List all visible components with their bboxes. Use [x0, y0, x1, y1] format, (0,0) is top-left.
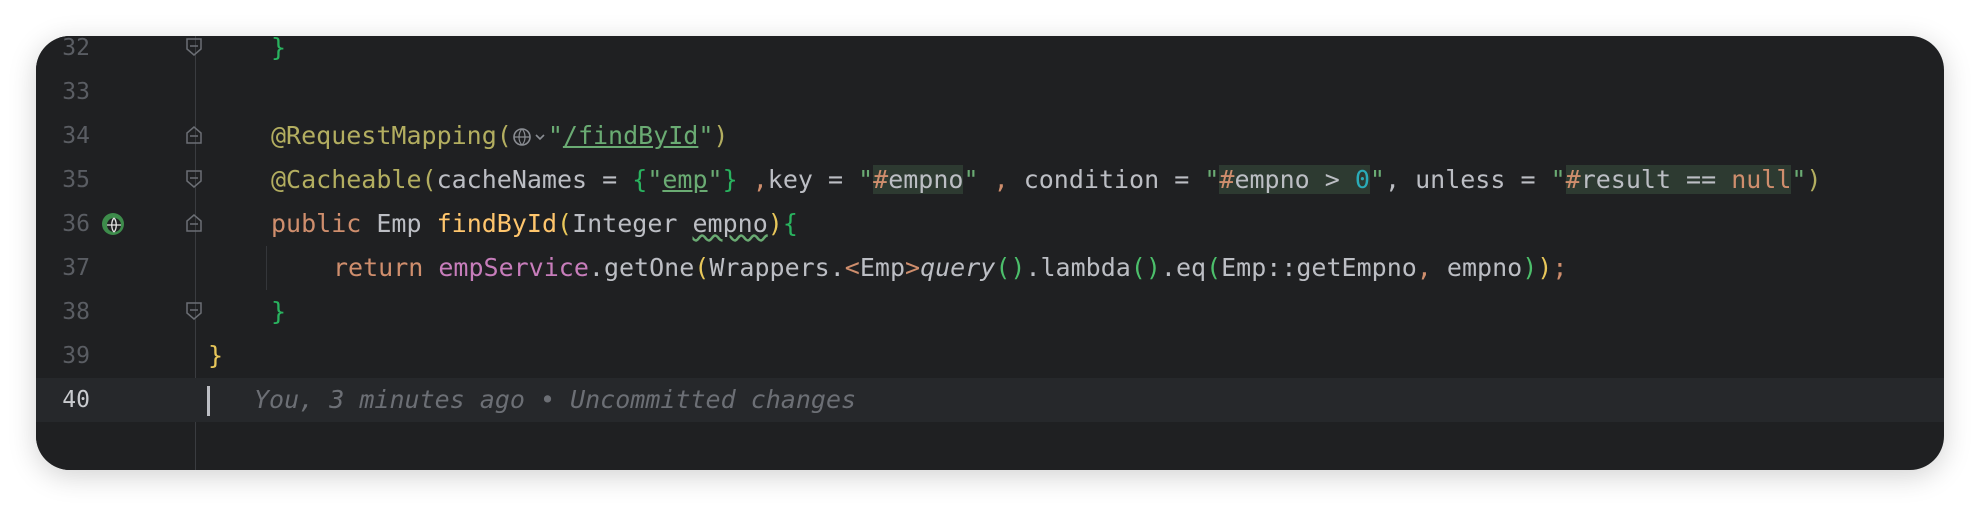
fold-end-icon[interactable] — [186, 38, 202, 56]
fold-end-icon[interactable] — [186, 302, 202, 320]
indent-guide — [266, 246, 267, 290]
line-number: 38 — [62, 299, 90, 325]
line-number: 33 — [62, 79, 90, 105]
code-line-37[interactable]: 37 return empService.getOne(Wrappers.<Em… — [36, 246, 1944, 290]
line-number: 37 — [62, 255, 90, 281]
code-line-40-current[interactable]: 40 You, 3 minutes ago • Uncommitted chan… — [36, 378, 1944, 422]
code-line-32[interactable]: 32 } — [36, 36, 1944, 70]
annotation: @Cacheable( — [271, 165, 437, 194]
request-path[interactable]: /findById — [563, 121, 698, 150]
line-number: 34 — [62, 123, 90, 149]
code-line-35[interactable]: 35 @Cacheable(cacheNames = {"emp"} ,key … — [36, 158, 1944, 202]
spring-endpoint-icon[interactable] — [101, 212, 125, 236]
code-editor-window: 32 } 33 34 @RequestMapping("/findById") … — [36, 36, 1944, 470]
keyword: public — [271, 209, 362, 238]
inline-blame: You, 3 minutes ago • Uncommitted changes — [254, 385, 857, 414]
method-name: findById — [436, 209, 558, 238]
code-line-36[interactable]: 36 public Emp findById(Integer empno){ — [36, 202, 1944, 246]
line-number: 40 — [62, 387, 90, 413]
type-name: Emp — [376, 209, 422, 238]
code-line-34[interactable]: 34 @RequestMapping("/findById") — [36, 114, 1944, 158]
fold-start-icon[interactable] — [186, 214, 202, 232]
param-name: empno — [692, 209, 768, 238]
cache-name: emp — [662, 165, 708, 194]
closing-brace: } — [271, 36, 287, 62]
fold-start-icon[interactable] — [186, 126, 202, 144]
line-number: 32 — [62, 36, 90, 61]
code-line-33[interactable]: 33 — [36, 70, 1944, 114]
annotation: @RequestMapping( — [271, 121, 512, 150]
fold-end-icon[interactable] — [186, 170, 202, 188]
text-caret — [207, 386, 210, 416]
code-line-39[interactable]: 39 } — [36, 334, 1944, 378]
code-line-38[interactable]: 38 } — [36, 290, 1944, 334]
web-endpoint-icon[interactable] — [512, 126, 548, 148]
line-number: 39 — [62, 343, 90, 369]
line-number: 35 — [62, 167, 90, 193]
line-number: 36 — [62, 211, 90, 237]
